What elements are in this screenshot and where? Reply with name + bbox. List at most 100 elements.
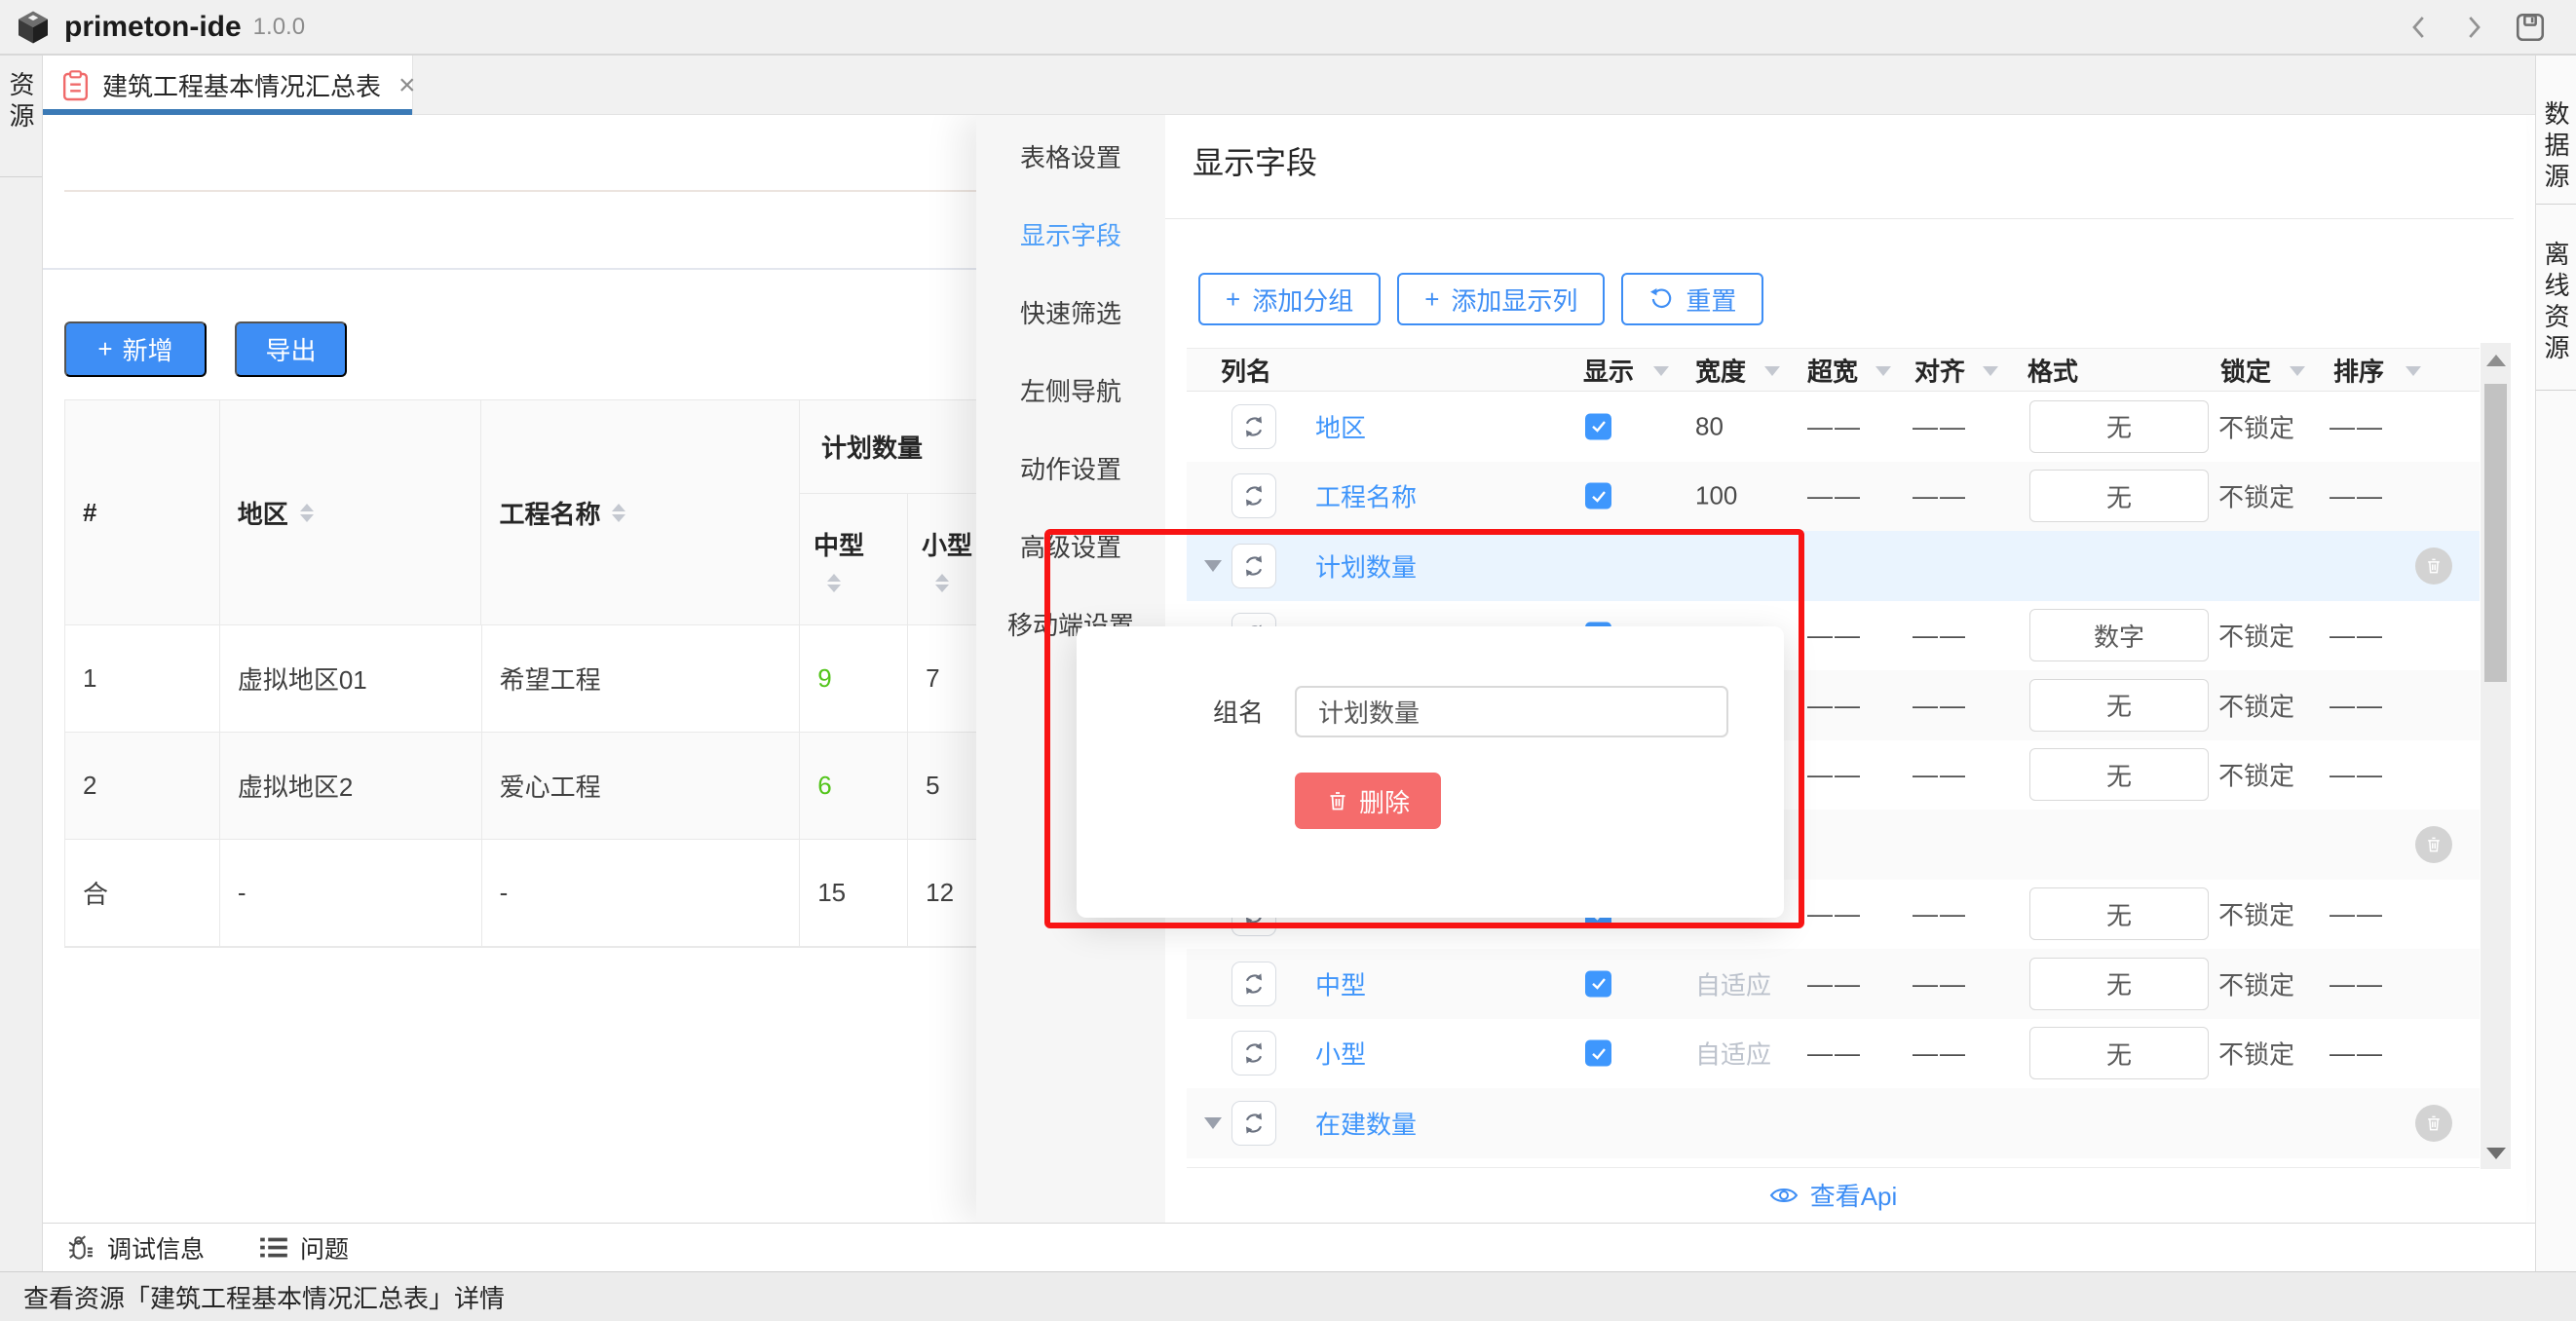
overwide-value[interactable]: —— xyxy=(1807,481,1862,511)
format-select[interactable]: 数字 xyxy=(2029,609,2209,661)
align-value[interactable]: —— xyxy=(1913,411,1967,441)
col-header-region[interactable]: 地区 xyxy=(220,400,482,625)
sort-icon[interactable] xyxy=(935,574,949,592)
convert-field-icon[interactable] xyxy=(1231,473,1276,518)
collapse-arrow-icon[interactable] xyxy=(1204,560,1222,572)
field-row[interactable]: 工程名称 100 —— —— 无 不锁定 —— xyxy=(1187,462,2480,532)
align-value[interactable]: —— xyxy=(1913,621,1967,651)
filter-arrow-icon[interactable] xyxy=(1983,366,1998,376)
align-value[interactable]: —— xyxy=(1913,968,1967,999)
sort-value[interactable]: —— xyxy=(2330,968,2384,999)
convert-field-icon[interactable] xyxy=(1231,962,1276,1006)
menu-item-quick-filter[interactable]: 快速筛选 xyxy=(976,273,1165,351)
nav-forward-icon[interactable] xyxy=(2459,13,2488,42)
format-select[interactable]: 无 xyxy=(2029,958,2209,1010)
format-select[interactable]: 无 xyxy=(2029,470,2209,522)
group-row-planned[interactable]: 计划数量 xyxy=(1187,531,2480,601)
table-row[interactable]: 1 虚拟地区01 希望工程 9 7 xyxy=(65,625,1017,733)
filter-arrow-icon[interactable] xyxy=(2406,366,2421,376)
filter-arrow-icon[interactable] xyxy=(1653,366,1669,376)
format-select[interactable]: 无 xyxy=(2029,400,2209,453)
table-row[interactable]: 2 虚拟地区2 爱心工程 6 5 xyxy=(65,733,1017,840)
overwide-value[interactable]: —— xyxy=(1807,899,1862,929)
overwide-value[interactable]: —— xyxy=(1807,621,1862,651)
tab-close-icon[interactable]: × xyxy=(398,71,416,100)
width-value[interactable]: 80 xyxy=(1695,411,1724,441)
convert-field-icon[interactable] xyxy=(1231,404,1276,449)
reset-button[interactable]: 重置 xyxy=(1621,273,1763,325)
sort-value[interactable]: —— xyxy=(2330,1038,2384,1069)
group-name-link[interactable]: 计划数量 xyxy=(1315,547,1417,584)
field-row[interactable]: 中型 自适应 —— —— 无 不锁定 —— xyxy=(1187,949,2480,1019)
convert-field-icon[interactable] xyxy=(1231,1101,1276,1146)
filter-arrow-icon[interactable] xyxy=(1764,366,1780,376)
menu-item-table-settings[interactable]: 表格设置 xyxy=(976,117,1165,195)
field-name-link[interactable]: 小型 xyxy=(1315,1036,1366,1072)
debug-info-button[interactable]: 调试信息 xyxy=(66,1230,205,1265)
align-value[interactable]: —— xyxy=(1913,1038,1967,1069)
add-column-button[interactable]: + 添加显示列 xyxy=(1397,273,1605,325)
export-button[interactable]: 导出 xyxy=(235,321,347,377)
field-name-link[interactable]: 工程名称 xyxy=(1315,478,1417,514)
filter-arrow-icon[interactable] xyxy=(2290,366,2305,376)
tab-summary-report[interactable]: 建筑工程基本情况汇总表 × xyxy=(43,56,413,115)
format-select[interactable]: 无 xyxy=(2029,1027,2209,1079)
menu-item-display-fields[interactable]: 显示字段 xyxy=(976,195,1165,273)
right-rail-tab-offline[interactable]: 离线资源 xyxy=(2536,241,2576,365)
problems-button[interactable]: 问题 xyxy=(259,1230,349,1265)
format-select[interactable]: 无 xyxy=(2029,887,2209,940)
view-api-link[interactable]: 查看Api xyxy=(1187,1167,2480,1222)
lock-value[interactable]: 不锁定 xyxy=(2218,408,2294,444)
scroll-up-icon[interactable] xyxy=(2486,355,2506,366)
sort-value[interactable]: —— xyxy=(2330,690,2384,720)
sort-value[interactable]: —— xyxy=(2330,411,2384,441)
sort-value[interactable]: —— xyxy=(2330,899,2384,929)
col-header-project[interactable]: 工程名称 xyxy=(481,400,800,625)
align-value[interactable]: —— xyxy=(1913,690,1967,720)
width-value[interactable]: 自适应 xyxy=(1695,1036,1771,1072)
delete-group-icon[interactable] xyxy=(2415,826,2452,863)
show-checkbox[interactable] xyxy=(1585,970,1611,997)
format-select[interactable]: 无 xyxy=(2029,748,2209,801)
left-rail-tab-resources[interactable]: 资源 xyxy=(3,71,39,133)
delete-group-icon[interactable] xyxy=(2415,547,2452,585)
sort-value[interactable]: —— xyxy=(2330,621,2384,651)
overwide-value[interactable]: —— xyxy=(1807,690,1862,720)
delete-group-button[interactable]: 删除 xyxy=(1295,773,1441,829)
group-name-input[interactable] xyxy=(1295,686,1728,737)
scrollbar-vertical[interactable] xyxy=(2481,343,2511,1169)
sort-value[interactable]: —— xyxy=(2330,760,2384,790)
right-rail-tab-datasource[interactable]: 数据源 xyxy=(2536,100,2576,194)
sort-icon[interactable] xyxy=(827,574,841,592)
filter-arrow-icon[interactable] xyxy=(1875,366,1891,376)
add-record-button[interactable]: + 新增 xyxy=(64,321,207,377)
format-select[interactable]: 无 xyxy=(2029,679,2209,732)
sort-icon[interactable] xyxy=(612,504,625,522)
lock-value[interactable]: 不锁定 xyxy=(2218,965,2294,1001)
group-name-link[interactable]: 在建数量 xyxy=(1315,1105,1417,1141)
lock-value[interactable]: 不锁定 xyxy=(2218,757,2294,793)
align-value[interactable]: —— xyxy=(1913,481,1967,511)
convert-field-icon[interactable] xyxy=(1231,1031,1276,1076)
lock-value[interactable]: 不锁定 xyxy=(2218,618,2294,654)
overwide-value[interactable]: —— xyxy=(1807,1038,1862,1069)
scrollbar-thumb[interactable] xyxy=(2484,384,2507,682)
scroll-down-icon[interactable] xyxy=(2486,1148,2506,1159)
lock-value[interactable]: 不锁定 xyxy=(2218,1036,2294,1072)
collapse-arrow-icon[interactable] xyxy=(1204,1117,1222,1129)
menu-item-action-settings[interactable]: 动作设置 xyxy=(976,429,1165,507)
field-row[interactable]: 地区 80 —— —— 无 不锁定 —— xyxy=(1187,392,2480,462)
align-value[interactable]: —— xyxy=(1913,899,1967,929)
field-name-link[interactable]: 中型 xyxy=(1315,965,1366,1001)
sort-value[interactable]: —— xyxy=(2330,481,2384,511)
save-icon[interactable] xyxy=(2514,11,2547,44)
add-group-button[interactable]: + 添加分组 xyxy=(1198,273,1381,325)
overwide-value[interactable]: —— xyxy=(1807,411,1862,441)
overwide-value[interactable]: —— xyxy=(1807,968,1862,999)
group-row-inprogress[interactable]: 在建数量 xyxy=(1187,1088,2480,1158)
show-checkbox[interactable] xyxy=(1585,483,1611,510)
lock-value[interactable]: 不锁定 xyxy=(2218,687,2294,723)
width-value[interactable]: 100 xyxy=(1695,481,1737,511)
delete-group-icon[interactable] xyxy=(2415,1105,2452,1142)
field-row[interactable]: 小型 自适应 —— —— 无 不锁定 —— xyxy=(1187,1019,2480,1089)
